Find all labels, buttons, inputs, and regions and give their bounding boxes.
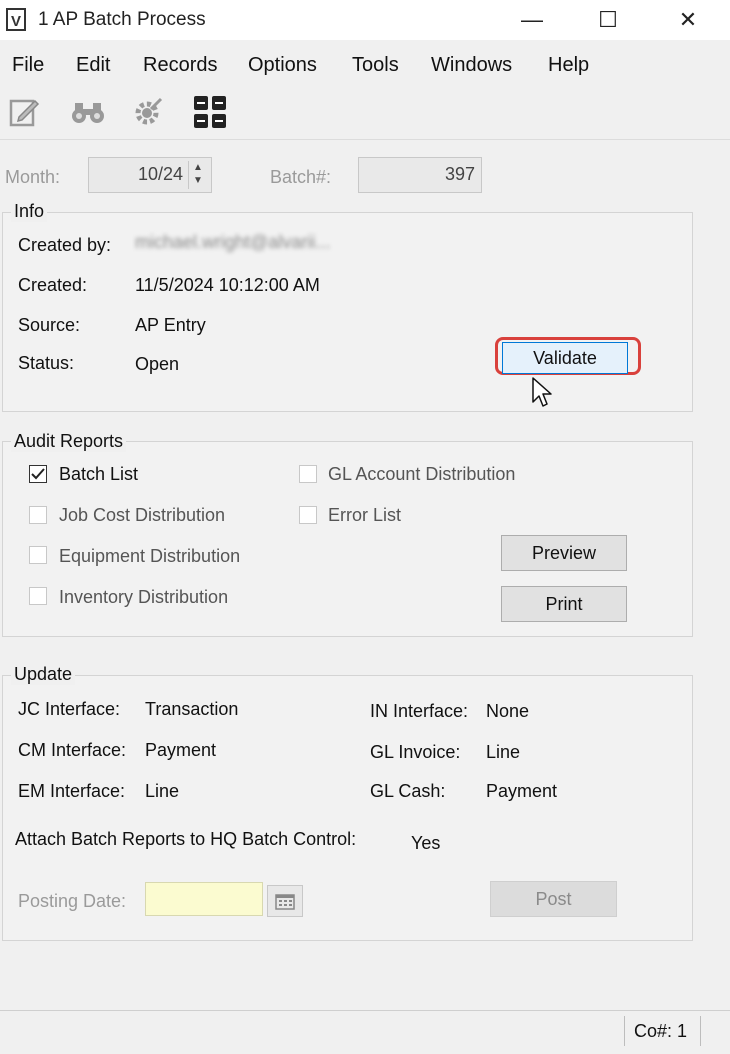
month-spinner[interactable]: ▲ ▼ xyxy=(188,161,207,189)
menu-edit[interactable]: Edit xyxy=(76,54,110,77)
close-button[interactable]: ✕ xyxy=(658,0,718,40)
batch-list-label: Batch List xyxy=(59,464,139,484)
batch-label: Batch#: xyxy=(270,167,332,187)
gear-icon[interactable] xyxy=(128,92,168,132)
created-by-value: michael.wright@alvarii... xyxy=(135,232,331,252)
svg-text:V: V xyxy=(11,13,21,30)
month-label: Month: xyxy=(5,167,61,187)
gl-invoice-label: GL Invoice: xyxy=(370,742,461,762)
gl-cash-value: Payment xyxy=(486,781,558,801)
edit-icon[interactable] xyxy=(4,92,44,132)
menu-file[interactable]: File xyxy=(12,54,44,77)
in-interface-value: None xyxy=(486,701,530,721)
em-interface-label: EM Interface: xyxy=(18,781,126,801)
menu-windows[interactable]: Windows xyxy=(431,54,512,77)
error-list-checkbox[interactable] xyxy=(299,506,317,524)
batch-list-checkbox[interactable] xyxy=(29,465,47,483)
menu-tools[interactable]: Tools xyxy=(352,54,399,77)
batch-field[interactable]: 397 xyxy=(358,157,482,193)
cm-interface-label: CM Interface: xyxy=(18,740,127,760)
job-cost-checkbox[interactable] xyxy=(29,506,47,524)
equipment-checkbox[interactable] xyxy=(29,546,47,564)
created-value: 11/5/2024 10:12:00 AM xyxy=(135,275,320,295)
window-title: 1 AP Batch Process xyxy=(38,9,206,30)
minimize-button[interactable]: — xyxy=(502,0,562,40)
attach-reports-label: Attach Batch Reports to HQ Batch Control… xyxy=(15,829,357,849)
em-interface-value: Line xyxy=(145,781,180,801)
jc-interface-label: JC Interface: xyxy=(18,699,121,719)
calendar-icon xyxy=(275,894,295,910)
error-list-label: Error List xyxy=(328,505,402,525)
company-number: Co#: 1 xyxy=(634,1021,688,1041)
created-by-label: Created by: xyxy=(18,235,112,255)
grid-icon[interactable] xyxy=(190,92,230,132)
minimize-icon: — xyxy=(521,7,543,32)
toolbar-separator xyxy=(0,139,730,140)
status-value: Open xyxy=(135,354,180,374)
created-label: Created: xyxy=(18,275,88,295)
maximize-button[interactable]: ☐ xyxy=(578,0,638,40)
inventory-label: Inventory Distribution xyxy=(59,587,229,607)
app-icon: V xyxy=(6,8,28,32)
gl-account-label: GL Account Distribution xyxy=(328,464,516,484)
month-value: 10/24 xyxy=(137,164,183,184)
menu-help[interactable]: Help xyxy=(548,54,589,77)
audit-title: Audit Reports xyxy=(11,431,127,452)
calendar-button[interactable] xyxy=(267,885,303,917)
cm-interface-value: Payment xyxy=(145,740,217,760)
source-value: AP Entry xyxy=(135,315,206,335)
maximize-icon: ☐ xyxy=(598,7,618,32)
job-cost-label: Job Cost Distribution xyxy=(59,505,226,525)
mouse-cursor-icon xyxy=(530,376,556,415)
in-interface-label: IN Interface: xyxy=(370,701,469,721)
jc-interface-value: Transaction xyxy=(145,699,239,719)
binoculars-icon[interactable] xyxy=(68,92,108,132)
equipment-label: Equipment Distribution xyxy=(59,546,241,566)
status-label: Status: xyxy=(18,353,75,373)
menu-records[interactable]: Records xyxy=(143,54,217,77)
info-title: Info xyxy=(11,201,48,222)
batch-value: 397 xyxy=(444,164,475,184)
inventory-checkbox[interactable] xyxy=(29,587,47,605)
close-icon: ✕ xyxy=(678,7,698,32)
source-label: Source: xyxy=(18,315,81,335)
preview-button[interactable]: Preview xyxy=(501,535,627,571)
post-button[interactable]: Post xyxy=(490,881,617,917)
update-title: Update xyxy=(11,664,76,685)
month-field[interactable]: 10/24 ▲ ▼ xyxy=(88,157,212,193)
gl-invoice-value: Line xyxy=(486,742,521,762)
posting-date-input[interactable] xyxy=(145,882,263,916)
status-bar-divider-end xyxy=(700,1016,701,1046)
attach-reports-value: Yes xyxy=(411,833,441,853)
validate-button[interactable]: Validate xyxy=(502,342,628,374)
gl-account-checkbox[interactable] xyxy=(299,465,317,483)
posting-date-label: Posting Date: xyxy=(18,891,127,911)
print-button[interactable]: Print xyxy=(501,586,627,622)
gl-cash-label: GL Cash: xyxy=(370,781,446,801)
status-bar-border xyxy=(0,1010,730,1011)
menu-options[interactable]: Options xyxy=(248,54,317,77)
status-bar-divider xyxy=(624,1016,625,1046)
